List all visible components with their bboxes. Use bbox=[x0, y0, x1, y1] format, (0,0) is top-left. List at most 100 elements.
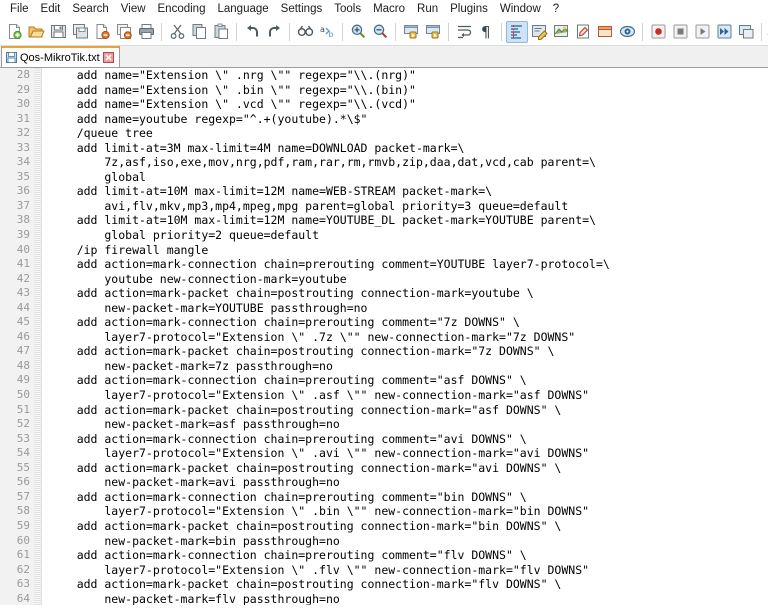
code-line[interactable]: add limit-at=10M max-limit=12M name=YOUT… bbox=[49, 213, 768, 228]
code-line[interactable]: layer7-protocol="Extension \" .avi \"" n… bbox=[49, 446, 768, 461]
cut-icon[interactable] bbox=[166, 21, 188, 43]
menu-macro[interactable]: Macro bbox=[367, 1, 411, 18]
toolbar-separator bbox=[161, 22, 162, 41]
code-line[interactable]: add limit-at=3M max-limit=4M name=DOWNLO… bbox=[49, 141, 768, 156]
code-line[interactable]: layer7-protocol="Extension \" .bin \"" n… bbox=[49, 504, 768, 519]
document-map-icon[interactable] bbox=[550, 21, 572, 43]
indent-guide-icon[interactable] bbox=[506, 20, 528, 43]
code-content[interactable]: add name="Extension \" .nrg \"" regexp="… bbox=[42, 68, 768, 605]
redo-icon[interactable] bbox=[263, 21, 285, 43]
line-number-gutter: 28 29 30 31 32 33 34 35 36 37 38 39 40 41 42 43 44 45 46 47… bbox=[0, 68, 42, 605]
code-line[interactable]: add action=mark-packet chain=postrouting… bbox=[49, 519, 768, 534]
toolbar: a b ¶ bbox=[0, 18, 768, 46]
new-file-icon[interactable] bbox=[3, 21, 25, 43]
menu-file[interactable]: File bbox=[4, 1, 35, 18]
code-line[interactable]: add action=mark-connection chain=prerout… bbox=[49, 373, 768, 388]
sync-horizontal-scroll-icon[interactable] bbox=[422, 21, 444, 43]
menu-edit[interactable]: Edit bbox=[35, 1, 67, 18]
code-line[interactable]: avi,flv,mkv,mp3,mp4,mpeg,mpg parent=glob… bbox=[49, 199, 768, 214]
show-all-characters-icon[interactable]: ¶ bbox=[475, 21, 497, 43]
code-line[interactable]: new-packet-mark=asf passthrough=no bbox=[49, 417, 768, 432]
toolbar-separator bbox=[642, 22, 643, 41]
folder-as-workspace-icon[interactable] bbox=[594, 21, 616, 43]
tab-bar: Qos-MikroTik.txt bbox=[0, 46, 768, 68]
toolbar-separator bbox=[342, 22, 343, 41]
user-defined-language-icon[interactable] bbox=[528, 21, 550, 43]
paste-icon[interactable] bbox=[210, 21, 232, 43]
code-line[interactable]: add action=mark-connection chain=prerout… bbox=[49, 548, 768, 563]
editor-area[interactable]: 28 29 30 31 32 33 34 35 36 37 38 39 40 41 42 43 44 45 46 47… bbox=[0, 68, 768, 605]
code-line[interactable]: add name=youtube regexp="^.+(youtube).*\… bbox=[49, 112, 768, 127]
save-all-icon[interactable] bbox=[69, 21, 91, 43]
code-line[interactable]: 7z,asf,iso,exe,mov,nrg,pdf,ram,rar,rm,rm… bbox=[49, 155, 768, 170]
menu-settings[interactable]: Settings bbox=[275, 1, 329, 18]
code-line[interactable]: layer7-protocol="Extension \" .7z \"" ne… bbox=[49, 330, 768, 345]
code-line[interactable]: add name="Extension \" .nrg \"" regexp="… bbox=[49, 68, 768, 83]
code-line[interactable]: new-packet-mark=bin passthrough=no bbox=[49, 534, 768, 549]
code-line[interactable]: new-packet-mark=avi passthrough=no bbox=[49, 475, 768, 490]
menu-tools[interactable]: Tools bbox=[328, 1, 367, 18]
menu-help[interactable]: ? bbox=[547, 1, 565, 18]
sync-vertical-scroll-icon[interactable] bbox=[400, 21, 422, 43]
menu-bar: File Edit Search View Encoding Language … bbox=[0, 0, 768, 18]
menu-run[interactable]: Run bbox=[411, 1, 444, 18]
code-line[interactable]: add limit-at=10M max-limit=12M name=WEB-… bbox=[49, 184, 768, 199]
menu-window[interactable]: Window bbox=[494, 1, 547, 18]
saved-document-icon bbox=[6, 52, 17, 63]
code-line[interactable]: new-packet-mark=flv passthrough=no bbox=[49, 592, 768, 605]
replace-icon[interactable]: a b bbox=[316, 21, 338, 43]
tab-title: Qos-MikroTik.txt bbox=[20, 51, 100, 64]
save-icon[interactable] bbox=[47, 21, 69, 43]
code-line[interactable]: global bbox=[49, 170, 768, 185]
zoom-out-icon[interactable] bbox=[369, 21, 391, 43]
code-line[interactable]: new-packet-mark=7z passthrough=no bbox=[49, 359, 768, 374]
copy-icon[interactable] bbox=[188, 21, 210, 43]
code-line[interactable]: add action=mark-connection chain=prerout… bbox=[49, 257, 768, 272]
code-line[interactable]: add action=mark-packet chain=postrouting… bbox=[49, 286, 768, 301]
code-line[interactable]: add action=mark-packet chain=postrouting… bbox=[49, 344, 768, 359]
monitoring-icon[interactable] bbox=[616, 21, 638, 43]
code-line[interactable]: add name="Extension \" .bin \"" regexp="… bbox=[49, 83, 768, 98]
code-line[interactable]: add action=mark-packet chain=postrouting… bbox=[49, 577, 768, 592]
code-line[interactable]: /ip firewall mangle bbox=[49, 243, 768, 258]
toolbar-separator bbox=[236, 22, 237, 41]
save-macro-icon[interactable] bbox=[735, 21, 757, 43]
svg-text:¶: ¶ bbox=[481, 23, 491, 40]
play-macro-icon[interactable] bbox=[691, 21, 713, 43]
open-file-icon[interactable] bbox=[25, 21, 47, 43]
code-line[interactable]: layer7-protocol="Extension \" .flv \"" n… bbox=[49, 563, 768, 578]
svg-text:b: b bbox=[328, 30, 333, 39]
undo-icon[interactable] bbox=[241, 21, 263, 43]
fold-margin bbox=[34, 68, 42, 605]
code-line[interactable]: add action=mark-connection chain=prerout… bbox=[49, 490, 768, 505]
find-icon[interactable] bbox=[294, 21, 316, 43]
code-line[interactable]: add name="Extension \" .vcd \"" regexp="… bbox=[49, 97, 768, 112]
menu-encoding[interactable]: Encoding bbox=[152, 1, 212, 18]
zoom-in-icon[interactable] bbox=[347, 21, 369, 43]
menu-search[interactable]: Search bbox=[66, 1, 114, 18]
close-icon[interactable] bbox=[102, 52, 114, 63]
code-line[interactable]: add action=mark-connection chain=prerout… bbox=[49, 432, 768, 447]
print-icon[interactable] bbox=[135, 21, 157, 43]
code-line[interactable]: add action=mark-packet chain=postrouting… bbox=[49, 403, 768, 418]
code-line[interactable]: new-packet-mark=YOUTUBE passthrough=no bbox=[49, 301, 768, 316]
code-line[interactable]: /queue tree bbox=[49, 126, 768, 141]
toolbar-separator bbox=[761, 22, 762, 41]
word-wrap-icon[interactable] bbox=[453, 21, 475, 43]
code-line[interactable]: youtube new-connection-mark=youtube bbox=[49, 272, 768, 287]
menu-view[interactable]: View bbox=[115, 1, 152, 18]
menu-language[interactable]: Language bbox=[211, 1, 274, 18]
menu-plugins[interactable]: Plugins bbox=[444, 1, 494, 18]
code-line[interactable]: layer7-protocol="Extension \" .asf \"" n… bbox=[49, 388, 768, 403]
run-macro-multiple-icon[interactable] bbox=[713, 21, 735, 43]
close-file-icon[interactable] bbox=[91, 21, 113, 43]
record-macro-icon[interactable] bbox=[647, 21, 669, 43]
code-line[interactable]: add action=mark-connection chain=prerout… bbox=[49, 315, 768, 330]
code-line[interactable]: global priority=2 queue=default bbox=[49, 228, 768, 243]
stop-recording-icon[interactable] bbox=[669, 21, 691, 43]
function-list-icon[interactable] bbox=[572, 21, 594, 43]
close-all-files-icon[interactable] bbox=[113, 21, 135, 43]
code-line[interactable]: add action=mark-packet chain=postrouting… bbox=[49, 461, 768, 476]
tab-qos-mikrotik[interactable]: Qos-MikroTik.txt bbox=[1, 46, 120, 67]
toolbar-separator bbox=[501, 22, 502, 41]
